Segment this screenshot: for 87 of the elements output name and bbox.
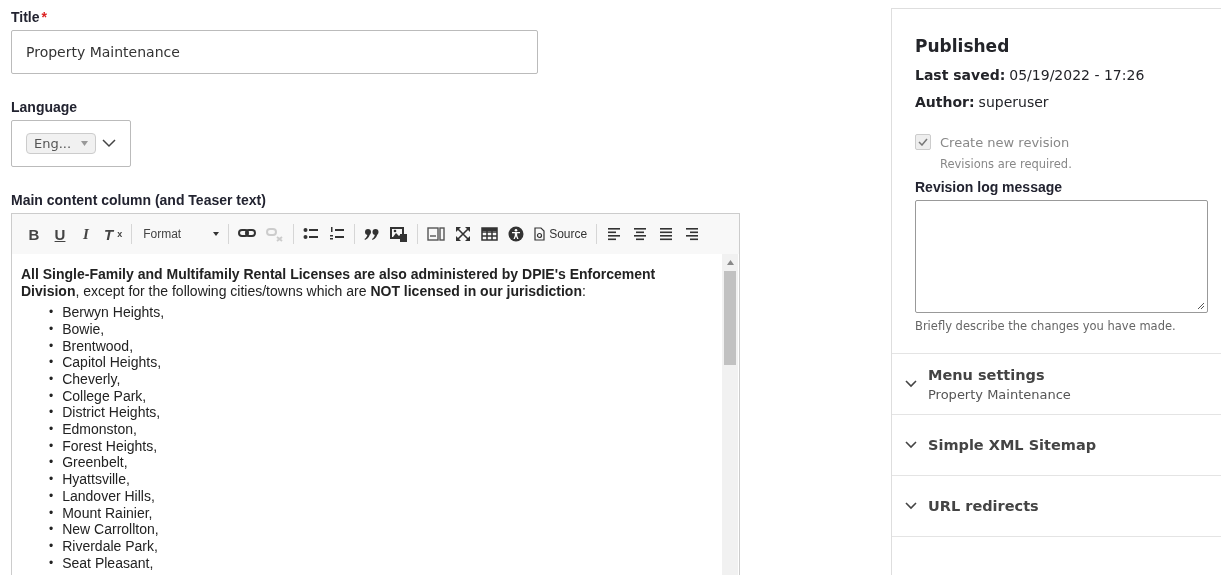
field-label: Main content column (and Teaser text): [11, 192, 267, 208]
status-heading: Published: [915, 36, 1011, 56]
field-description: Revisions are required.: [940, 157, 1073, 171]
align-center-icon: [633, 226, 648, 242]
chevron-down-icon: [905, 441, 917, 449]
justify-icon: [659, 226, 674, 242]
list-item: Capitol Heights,: [62, 354, 162, 372]
list-bullet: •: [49, 337, 54, 355]
list-bullet: •: [49, 521, 54, 539]
chevron-down-icon: [905, 502, 917, 510]
section-title: URL redirects: [928, 498, 1039, 514]
list-bullet: •: [49, 454, 54, 472]
list-bullet: •: [49, 304, 54, 322]
section-title: Menu settings: [928, 366, 1046, 383]
chevron-down-icon: [905, 380, 917, 388]
body-paragraph: All Single-Family and Multifamily Rental Licenses are also administered by DPIE's Enforcement Division, except for the following cities/towns which are NOT licensed in our jurisdiction:: [21, 266, 657, 300]
list-item: Mount Rainier,: [62, 504, 153, 522]
align-left-icon: [607, 226, 622, 242]
numbered-list-icon: [329, 226, 346, 242]
chevron-down-icon: [102, 139, 117, 148]
dropdown-arrow-icon: [81, 141, 89, 146]
accessibility-icon: [508, 226, 525, 242]
field-description: Briefly describe the changes you have made.: [915, 319, 1177, 333]
list-bullet: •: [49, 354, 54, 372]
list-item: New Carrollton,: [62, 521, 159, 539]
italic-button[interactable]: I: [74, 221, 98, 247]
list-bullet: •: [49, 537, 54, 555]
list-item: Hyattsville,: [62, 471, 130, 489]
list-item: College Park,: [62, 387, 147, 405]
maximize-icon: [455, 226, 472, 242]
image-icon: [390, 226, 409, 242]
align-right-icon: [685, 226, 700, 242]
list-bullet: •: [49, 504, 54, 522]
bold-button[interactable]: B: [22, 221, 46, 247]
list-bullet: •: [49, 554, 54, 572]
list-item: Berwyn Heights,: [62, 304, 165, 322]
scrollbar[interactable]: [722, 254, 738, 575]
broken-link-icon: [266, 226, 285, 242]
title-input[interactable]: Property Maintenance: [11, 30, 538, 74]
checkbox-label: Create new revision: [940, 134, 1070, 150]
list-item: Bowie,: [62, 320, 105, 338]
section-title: Simple XML Sitemap: [928, 437, 1097, 453]
table-icon: [481, 226, 499, 242]
source-button[interactable]: Source: [530, 221, 592, 247]
list-item: Cheverly,: [62, 371, 121, 388]
list-bullet: •: [49, 437, 54, 455]
collapsible-section[interactable]: Menu settings Property Maintenance: [892, 354, 1221, 415]
checkmark-icon: [918, 138, 928, 146]
dropdown-arrow-icon: [213, 232, 220, 236]
collapsible-section[interactable]: Simple XML Sitemap: [892, 415, 1221, 476]
document-icon: [534, 227, 546, 241]
list-bullet: •: [49, 471, 54, 489]
select-value: Eng...: [34, 136, 72, 151]
underline-button[interactable]: U: [48, 221, 72, 247]
resize-handle-icon: [1197, 302, 1205, 310]
list-bullet: •: [49, 487, 54, 505]
list-item: Greenbelt,: [62, 454, 128, 472]
list-bullet: •: [49, 404, 54, 422]
scrollbar-thumb[interactable]: [724, 271, 736, 365]
list-item: Seat Pleasant,: [62, 554, 154, 572]
field-label: Revision log message: [915, 179, 1064, 195]
required-mark: *: [41, 9, 47, 25]
list-bullet: •: [49, 371, 54, 388]
revision-log-textarea[interactable]: [915, 200, 1208, 313]
quote-icon: [364, 226, 381, 242]
list-item: Landover Hills,: [62, 487, 155, 505]
list-item: Brentwood,: [62, 337, 134, 355]
list-bullet: •: [49, 421, 54, 439]
list-bullet: •: [49, 387, 54, 405]
meta-value: superuser: [978, 94, 1049, 110]
meta-label: Last saved:: [915, 67, 1006, 83]
field-label: Title: [11, 9, 40, 25]
list-item: Edmonston,: [62, 421, 137, 439]
list-item: Forest Heights,: [62, 437, 158, 455]
meta-label: Author:: [915, 94, 975, 110]
section-summary: Property Maintenance: [928, 386, 1071, 402]
format-dropdown[interactable]: Format: [137, 221, 224, 247]
scroll-up-icon: [726, 260, 734, 265]
collapsible-section[interactable]: URL redirects: [892, 476, 1221, 537]
list-bullet: •: [49, 320, 54, 338]
document-panel-icon: [427, 226, 446, 242]
meta-value: 05/19/2022 - 17:26: [1009, 67, 1145, 83]
field-label: Language: [11, 99, 79, 115]
list-item: District Heights,: [62, 404, 161, 422]
list-item: Riverdale Park,: [62, 537, 158, 555]
bulleted-list-icon: [303, 226, 320, 242]
language-select[interactable]: Eng...: [11, 120, 131, 167]
